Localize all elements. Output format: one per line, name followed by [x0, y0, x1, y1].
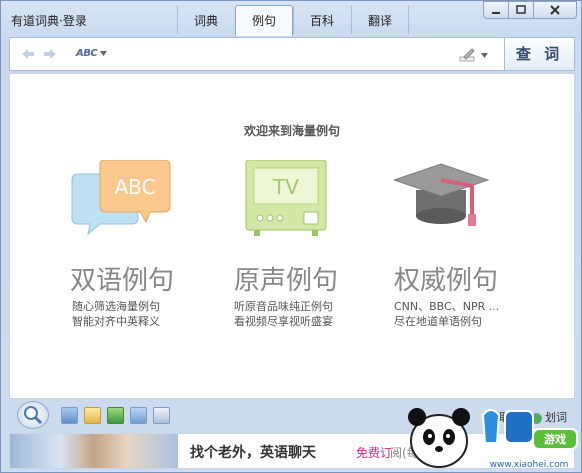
- handwriting-button[interactable]: [459, 46, 495, 64]
- tab-examples[interactable]: 例句: [235, 5, 293, 36]
- feature-title: 权威例句: [394, 266, 499, 296]
- banner-photo: [10, 434, 178, 468]
- search-bar: ABC 查 词: [9, 37, 575, 71]
- feature-original-audio[interactable]: TV 原声例句 听原音品味纯正例句 看视频尽享视听盛宴: [234, 159, 384, 329]
- examples-panel: 欢迎来到海量例句 ABC 双语例句 随心筛选海量例句 智能对齐中英释义 TV 原…: [9, 73, 575, 399]
- tab-translate[interactable]: 翻译: [351, 5, 409, 34]
- feature-desc-line1: 听原音品味纯正例句: [234, 300, 333, 313]
- abc-icon-text: ABC: [114, 175, 155, 199]
- feature-authoritative[interactable]: 权威例句 CNN、BBC、NPR ... 尽在地道单语例句: [392, 160, 544, 329]
- quick-search-button[interactable]: [17, 401, 49, 429]
- maximize-icon: [516, 5, 526, 14]
- feature-title: 双语例句: [70, 266, 175, 296]
- chevron-down-icon: [481, 52, 488, 58]
- tool-icons: [61, 407, 170, 424]
- maximize-button[interactable]: [508, 1, 534, 19]
- monitor-icon[interactable]: [61, 407, 78, 424]
- welcome-heading: 欢迎来到海量例句: [243, 124, 340, 138]
- forward-arrow-icon[interactable]: [42, 47, 58, 61]
- banner-free-label: 免费订: [356, 446, 393, 460]
- dictionary-icon[interactable]: [130, 407, 147, 424]
- mobile-icon[interactable]: [153, 407, 170, 424]
- feature-desc-line1: CNN、BBC、NPR ...: [394, 300, 500, 313]
- search-button[interactable]: 查 词: [504, 38, 574, 70]
- minimize-button[interactable]: [483, 1, 509, 19]
- magnifier-icon: [24, 406, 43, 425]
- feature-bilingual[interactable]: ABC 双语例句 随心筛选海量例句 智能对齐中英释义: [70, 159, 220, 329]
- close-icon: [550, 5, 560, 15]
- title-bar: 有道词典·登录 词典 例句 百科 翻译: [1, 1, 581, 36]
- feature-title: 原声例句: [234, 266, 339, 296]
- tab-dictionary[interactable]: 词典: [177, 5, 235, 34]
- window-controls: [483, 1, 577, 19]
- feature-desc-line2: 智能对齐中英释义: [72, 315, 160, 328]
- tv-icon-text: TV: [272, 175, 299, 199]
- minimize-icon: [492, 12, 500, 14]
- language-selector[interactable]: ABC: [76, 48, 108, 59]
- site-watermark-logo: 游戏 www.xiaohei.com: [401, 395, 582, 473]
- nav-arrows: [20, 47, 58, 61]
- graduation-cap-icon: [392, 160, 544, 252]
- app-window: 有道词典·登录 词典 例句 百科 翻译 ABC 查 词 欢迎来到海量例句 ABC…: [0, 0, 582, 473]
- translate-icon[interactable]: [107, 407, 124, 424]
- watermark-url: www.xiaohei.com: [490, 460, 569, 470]
- tab-encyclopedia[interactable]: 百科: [293, 5, 351, 34]
- feature-desc-line1: 随心筛选海量例句: [72, 300, 160, 313]
- svg-text:游戏: 游戏: [544, 432, 566, 446]
- abc-speech-bubble-icon: ABC: [70, 159, 220, 252]
- feature-desc-line2: 尽在地道单语例句: [394, 315, 482, 328]
- back-arrow-icon[interactable]: [20, 47, 36, 61]
- close-button[interactable]: [533, 1, 577, 19]
- tab-bar: 词典 例句 百科 翻译: [177, 5, 409, 36]
- app-name: 有道词典: [11, 14, 60, 28]
- login-link[interactable]: 登录: [63, 14, 87, 28]
- pen-icon: [459, 48, 475, 62]
- chevron-down-icon: [100, 51, 108, 56]
- wordbook-icon[interactable]: [84, 407, 101, 424]
- banner-headline: 找个老外，英语聊天: [190, 445, 316, 461]
- search-input[interactable]: [118, 44, 458, 66]
- language-label: ABC: [76, 48, 98, 59]
- app-title: 有道词典·登录: [11, 12, 87, 29]
- feature-desc-line2: 看视频尽享视听盛宴: [234, 315, 333, 328]
- tv-icon: TV: [234, 159, 384, 252]
